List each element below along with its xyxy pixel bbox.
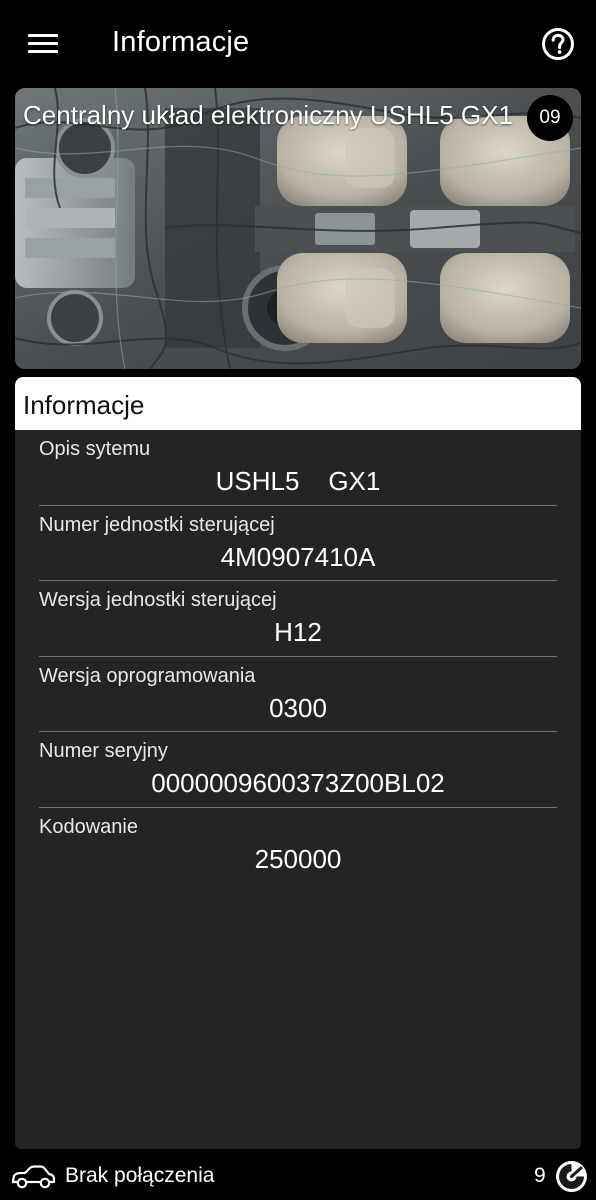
info-row-label: Kodowanie xyxy=(39,815,138,838)
info-row-serial-number: Numer seryjny 0000009600373Z00BL02 xyxy=(39,732,557,808)
car-icon xyxy=(10,1164,56,1190)
connection-status-bar: Brak połączenia 9 xyxy=(0,1152,596,1200)
info-row-system-description: Opis sytemu USHL5 GX1 xyxy=(39,430,557,506)
info-row-value: USHL5 GX1 xyxy=(215,466,381,496)
info-panel-header: Informacje xyxy=(15,377,581,430)
help-circle-icon[interactable] xyxy=(541,27,575,61)
info-row-value: 0300 xyxy=(269,692,327,723)
info-row-label: Wersja oprogramowania xyxy=(39,664,256,687)
control-unit-title: Centralny układ elektroniczny USHL5 GX1 xyxy=(23,100,513,130)
gauge-icon[interactable] xyxy=(555,1160,588,1193)
info-row-label: Numer jednostki sterującej xyxy=(39,513,275,536)
info-panel: Informacje Opis sytemu USHL5 GX1 Numer j… xyxy=(15,377,581,1149)
info-row-label: Opis sytemu xyxy=(39,438,151,460)
control-unit-hero-card: Centralny układ elektroniczny USHL5 GX1 … xyxy=(15,88,581,369)
info-row-value: 250000 xyxy=(254,843,342,874)
info-row-value: 4M0907410A xyxy=(220,541,376,572)
address-badge: 09 xyxy=(527,95,573,141)
info-row-software-version: Wersja oprogramowania 0300 xyxy=(39,657,557,732)
connection-status-text: Brak połączenia xyxy=(65,1164,215,1187)
info-row-control-unit-version: Wersja jednostki sterującej H12 xyxy=(39,581,557,657)
info-row-label: Wersja jednostki sterującej xyxy=(39,589,277,611)
info-row-value: H12 xyxy=(274,617,322,647)
status-count: 9 xyxy=(534,1164,546,1187)
app-screen: Informacje Centralny układ elektroniczny… xyxy=(0,0,596,1200)
info-row-control-unit-number: Numer jednostki sterującej 4M0907410A xyxy=(39,506,557,581)
top-app-bar: Informacje xyxy=(0,0,596,88)
hamburger-menu-icon[interactable] xyxy=(26,28,60,62)
page-title: Informacje xyxy=(112,26,250,58)
info-row-label: Numer seryjny xyxy=(39,740,168,762)
info-rows: Opis sytemu USHL5 GX1 Numer jednostki st… xyxy=(15,430,581,882)
info-row-value: 0000009600373Z00BL02 xyxy=(151,768,445,798)
info-row-coding: Kodowanie 250000 xyxy=(39,808,557,883)
